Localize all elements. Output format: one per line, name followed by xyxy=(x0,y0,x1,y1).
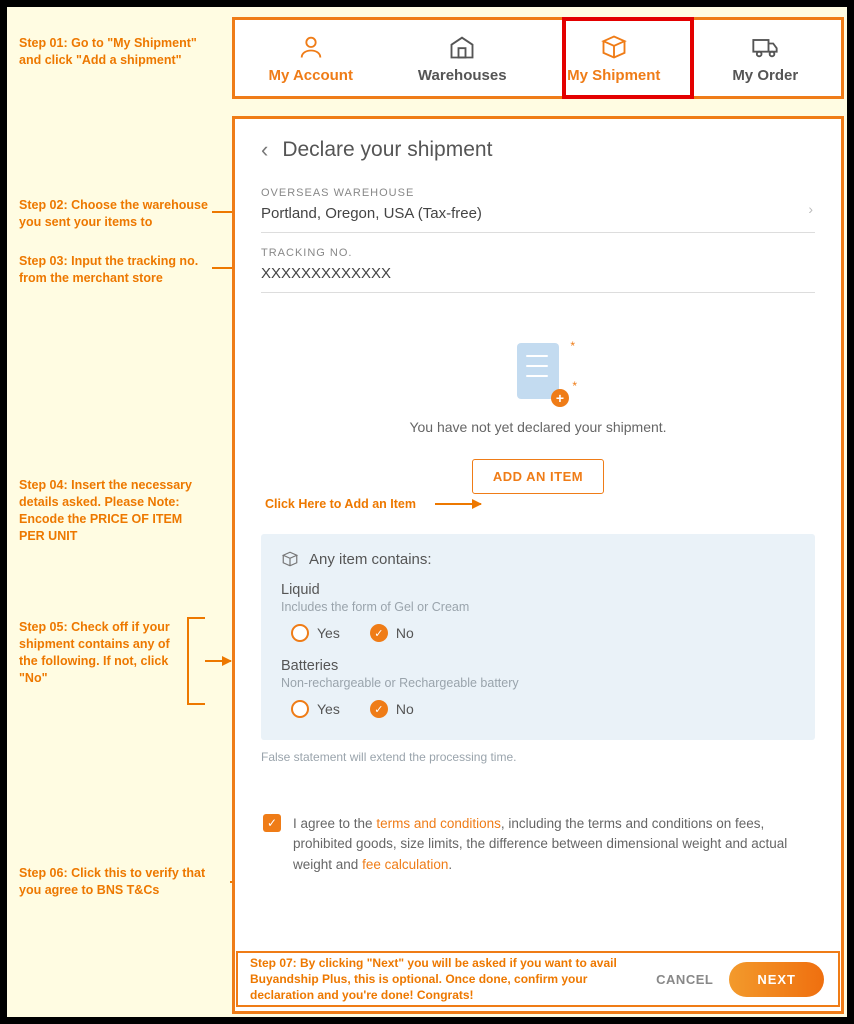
tutorial-page: Step 01: Go to "My Shipment" and click "… xyxy=(0,0,854,1024)
empty-state-text: You have not yet declared your shipment. xyxy=(261,419,815,435)
form-header: ‹ Declare your shipment xyxy=(261,137,815,163)
box-icon xyxy=(281,550,299,568)
agree-checkbox[interactable]: ✓ xyxy=(263,814,281,832)
radio-label: No xyxy=(396,701,414,717)
batteries-label: Batteries xyxy=(281,658,795,674)
cancel-button[interactable]: CANCEL xyxy=(656,972,713,987)
field-value: Portland, Oregon, USA (Tax-free) xyxy=(261,205,815,222)
text: . xyxy=(448,857,452,872)
arrow-icon xyxy=(435,503,481,505)
nav-label: Warehouses xyxy=(418,67,507,84)
text: I agree to the xyxy=(293,816,376,831)
terms-link[interactable]: terms and conditions xyxy=(376,816,501,831)
bracket-icon xyxy=(187,617,205,705)
nav-label: My Account xyxy=(269,67,353,84)
nav-warehouses[interactable]: Warehouses xyxy=(387,20,539,96)
agree-text: I agree to the terms and conditions, inc… xyxy=(293,814,813,875)
arrow-icon xyxy=(205,660,231,662)
step-04-label: Step 04: Insert the necessary details as… xyxy=(19,477,209,545)
chevron-right-icon: › xyxy=(808,201,813,217)
next-button[interactable]: NEXT xyxy=(729,962,824,997)
step-06-label: Step 06: Click this to verify that you a… xyxy=(19,865,209,899)
step-03-label: Step 03: Input the tracking no. from the… xyxy=(19,253,209,287)
nav-label: My Shipment xyxy=(567,67,660,84)
liquid-yes-radio[interactable]: Yes xyxy=(291,624,340,642)
radio-label: Yes xyxy=(317,701,340,717)
batteries-sublabel: Non-rechargeable or Rechargeable battery xyxy=(281,676,795,690)
disclaimer-text: False statement will extend the processi… xyxy=(261,750,815,764)
batteries-yes-radio[interactable]: Yes xyxy=(291,700,340,718)
back-icon[interactable]: ‹ xyxy=(261,137,268,163)
agree-row: ✓ I agree to the terms and conditions, i… xyxy=(261,814,815,875)
nav-my-account[interactable]: My Account xyxy=(235,20,387,96)
user-icon xyxy=(297,33,325,61)
declare-form-panel: ‹ Declare your shipment OVERSEAS WAREHOU… xyxy=(232,116,844,1014)
item-contains-box: Any item contains: Liquid Includes the f… xyxy=(261,534,815,740)
add-item-callout: Click Here to Add an Item xyxy=(265,497,416,511)
warehouse-field[interactable]: OVERSEAS WAREHOUSE Portland, Oregon, USA… xyxy=(261,181,815,233)
liquid-no-radio[interactable]: ✓No xyxy=(370,624,414,642)
step-05-label: Step 05: Check off if your shipment cont… xyxy=(19,619,179,687)
truck-icon xyxy=(751,33,779,61)
footer-bar: Step 07: By clicking "Next" you will be … xyxy=(236,951,840,1007)
field-label: TRACKING NO. xyxy=(261,247,815,259)
contains-title: Any item contains: xyxy=(309,551,432,568)
radio-label: Yes xyxy=(317,625,340,641)
tracking-field[interactable]: TRACKING NO. XXXXXXXXXXXXX xyxy=(261,241,815,293)
add-item-button[interactable]: ADD AN ITEM xyxy=(472,459,604,494)
batteries-no-radio[interactable]: ✓No xyxy=(370,700,414,718)
nav-my-shipment[interactable]: My Shipment xyxy=(538,20,690,96)
liquid-label: Liquid xyxy=(281,582,795,598)
nav-my-order[interactable]: My Order xyxy=(690,20,842,96)
step-01-label: Step 01: Go to "My Shipment" and click "… xyxy=(19,35,209,69)
main-nav: My Account Warehouses My Shipment My Ord… xyxy=(232,17,844,99)
radio-label: No xyxy=(396,625,414,641)
warehouse-icon xyxy=(448,33,476,61)
fee-link[interactable]: fee calculation xyxy=(362,857,448,872)
tracking-input[interactable]: XXXXXXXXXXXXX xyxy=(261,265,815,282)
clipboard-icon: + ** xyxy=(511,339,565,405)
page-title: Declare your shipment xyxy=(282,138,492,162)
field-label: OVERSEAS WAREHOUSE xyxy=(261,187,815,199)
liquid-sublabel: Includes the form of Gel or Cream xyxy=(281,600,795,614)
step-02-label: Step 02: Choose the warehouse you sent y… xyxy=(19,197,209,231)
declare-empty-state: + ** You have not yet declared your ship… xyxy=(261,339,815,494)
box-icon xyxy=(600,33,628,61)
step-07-label: Step 07: By clicking "Next" you will be … xyxy=(238,951,656,1008)
nav-label: My Order xyxy=(732,67,798,84)
